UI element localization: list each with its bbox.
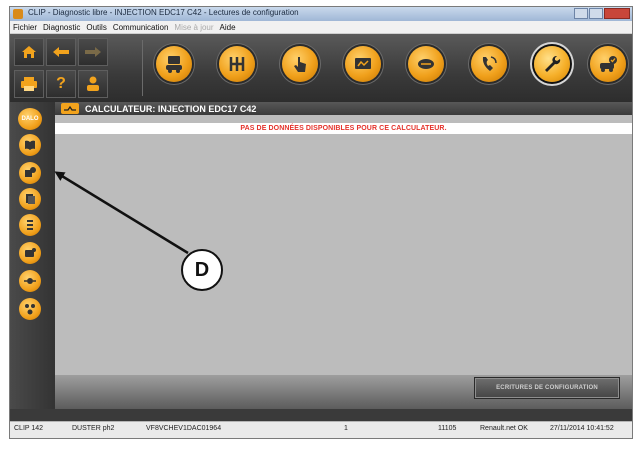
sensor-button[interactable] <box>19 270 41 292</box>
menu-aide[interactable]: Aide <box>220 23 236 32</box>
no-data-message: PAS DE DONNÉES DISPONIBLES POUR CE CALCU… <box>240 125 447 132</box>
wrench-icon <box>545 55 561 72</box>
menu-outils[interactable]: Outils <box>86 23 106 32</box>
toolbar-separator <box>142 40 143 96</box>
status-code: 11105 <box>438 425 457 432</box>
minimize-button[interactable] <box>574 8 588 19</box>
status-datetime: 27/11/2014 10:41:52 <box>550 425 614 432</box>
ecritures-config-button[interactable]: ECRITURES DE CONFIGURATION <box>474 377 620 399</box>
ecu-header: CALCULATEUR: INJECTION EDC17 C42 <box>55 102 632 115</box>
callout-label: D <box>181 249 223 291</box>
side-panel: DALO <box>10 102 55 409</box>
forward-button[interactable] <box>78 38 108 66</box>
main-content: PAS DE DONNÉES DISPONIBLES POUR CE CALCU… <box>55 115 632 409</box>
print-button[interactable] <box>14 70 44 98</box>
wiring-button[interactable] <box>408 46 444 82</box>
menu-mise-a-jour[interactable]: Mise à jour <box>174 23 213 32</box>
gearbox-button[interactable] <box>219 46 255 82</box>
ecu-connection-icon <box>61 103 79 114</box>
dalo-button[interactable]: DALO <box>18 108 42 130</box>
wiring-icon <box>418 59 434 69</box>
car-check-button[interactable] <box>590 46 626 82</box>
home-button[interactable] <box>14 38 44 66</box>
phone-support-button[interactable] <box>471 46 507 82</box>
documentation-button[interactable] <box>19 134 41 156</box>
menu-communication[interactable]: Communication <box>113 23 169 32</box>
screen-button[interactable] <box>345 46 381 82</box>
ecritures-config-label: ECRITURES DE CONFIGURATION <box>496 385 598 391</box>
network-button[interactable] <box>19 298 41 320</box>
status-bar: CLIP 142 DUSTER ph2 VF8VCHEV1DAC01964 1 … <box>10 421 632 438</box>
network-icon <box>25 304 35 315</box>
toolbar: ? <box>10 34 632 102</box>
app-icon <box>13 9 23 19</box>
gearbox-icon <box>229 57 245 71</box>
sensor-icon <box>24 278 36 284</box>
close-button[interactable] <box>604 8 630 19</box>
documents-button[interactable] <box>19 188 41 210</box>
car-check-icon <box>600 56 617 72</box>
printer-icon <box>21 77 37 91</box>
menu-diagnostic[interactable]: Diagnostic <box>43 23 80 32</box>
action-strip: ECRITURES DE CONFIGURATION <box>55 375 632 409</box>
window-title: CLIP - Diagnostic libre - INJECTION EDC1… <box>28 8 299 17</box>
ecu-settings-icon <box>25 167 36 177</box>
back-button[interactable] <box>46 38 76 66</box>
menu-fichier[interactable]: Fichier <box>13 23 37 32</box>
flow-button[interactable] <box>19 214 41 236</box>
ecu-config-button[interactable] <box>19 162 41 184</box>
arrow-left-icon <box>53 47 69 57</box>
screen-icon <box>355 58 371 69</box>
home-icon <box>22 46 36 58</box>
maximize-button[interactable] <box>589 8 603 19</box>
vehicle-id-button[interactable] <box>156 46 192 82</box>
menu-bar: Fichier Diagnostic Outils Communication … <box>10 21 632 34</box>
status-vehicle: DUSTER ph2 <box>72 425 115 432</box>
window-controls <box>574 8 630 19</box>
app-window: CLIP - Diagnostic libre - INJECTION EDC1… <box>9 6 633 439</box>
phone-support-icon <box>482 56 497 71</box>
ecu-title: CALCULATEUR: INJECTION EDC17 C42 <box>85 103 257 114</box>
status-network: Renault.net OK <box>480 425 528 432</box>
touch-button[interactable] <box>282 46 318 82</box>
module-icon <box>25 248 36 257</box>
wrench-button[interactable] <box>534 46 570 82</box>
dalo-label: DALO <box>21 116 39 122</box>
book-icon <box>25 140 35 150</box>
help-button[interactable]: ? <box>46 70 76 98</box>
arrow-right-icon <box>85 47 101 57</box>
documents-icon <box>26 194 35 204</box>
title-bar: CLIP - Diagnostic libre - INJECTION EDC1… <box>10 7 632 21</box>
touch-icon <box>294 57 306 72</box>
status-vin: VF8VCHEV1DAC01964 <box>146 425 222 432</box>
message-bar: PAS DE DONNÉES DISPONIBLES POUR CE CALCU… <box>55 123 632 134</box>
vehicle-id-icon <box>166 56 182 73</box>
flow-icon <box>27 220 33 230</box>
module-button[interactable] <box>19 242 41 264</box>
status-count: 1 <box>344 425 348 432</box>
mechanic-icon <box>87 76 99 91</box>
status-clip: CLIP 142 <box>14 425 44 432</box>
help-icon: ? <box>56 75 66 92</box>
user-button[interactable] <box>78 70 108 98</box>
